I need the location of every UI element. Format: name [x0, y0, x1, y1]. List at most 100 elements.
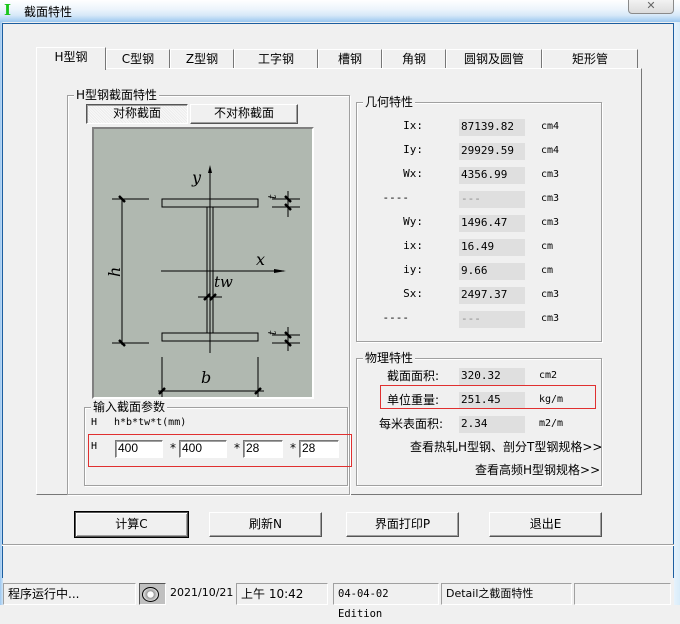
tab-z-steel[interactable]: Z型钢 [170, 49, 234, 69]
button-label: 计算C [115, 517, 148, 531]
tab-label: 槽钢 [337, 52, 362, 66]
geometry-value: 87139.82 [459, 119, 525, 136]
symmetric-section-button[interactable]: 对称截面 [86, 104, 188, 124]
tab-label: 圆钢及圆管 [463, 52, 524, 66]
geometry-label: ---- [382, 311, 410, 324]
tab-label: Z型钢 [185, 52, 219, 66]
tab-label: 工字钢 [257, 52, 294, 66]
geometry-row: Wx: 4356.99 cm3 [357, 167, 597, 185]
asymmetric-section-button[interactable]: 不对称截面 [190, 104, 298, 124]
tab-round[interactable]: 圆钢及圆管 [446, 49, 542, 69]
date-cell: 2021/10/21 [166, 583, 235, 605]
h-label: h [105, 267, 124, 277]
tw-label: tw [214, 273, 233, 291]
geometry-row: iy: 9.66 cm [357, 263, 597, 281]
close-button[interactable]: ✕ [628, 0, 674, 14]
tab-i-beam[interactable]: 工字钢 [234, 49, 318, 69]
b-label: b [201, 368, 211, 387]
surface-value: 2.34 [459, 416, 525, 433]
area-label: 截面面积: [387, 369, 440, 383]
geometry-value: 9.66 [459, 263, 525, 280]
close-icon: ✕ [646, 0, 656, 12]
geometry-row: ---- --- cm3 [357, 191, 597, 209]
tab-label: 矩形管 [571, 52, 608, 66]
bottom-separator [2, 544, 674, 546]
status-bar: 程序运行中... 2021/10/21 上午 10:42 04-04-02 Ed… [0, 583, 674, 620]
geometry-value: --- [459, 191, 525, 208]
button-label: 界面打印P [374, 517, 431, 531]
weight-highlight-box [380, 385, 596, 409]
t-top-label: t [266, 194, 279, 199]
group-title: H型钢截面特性 [74, 88, 160, 102]
geometry-label: Sx: [403, 287, 423, 300]
surface-unit: m2/m [539, 418, 564, 429]
geometry-unit: cm3 [541, 169, 560, 180]
app-icon: I [4, 1, 12, 19]
geometry-row: ---- --- cm3 [357, 311, 597, 329]
status-text: 程序运行中... [8, 587, 80, 601]
geometry-unit: cm3 [541, 193, 560, 204]
stopwatch-icon [142, 587, 159, 602]
tab-angle[interactable]: 角钢 [382, 49, 446, 69]
button-label: 不对称截面 [213, 106, 274, 120]
tab-rect-tube[interactable]: 矩形管 [542, 49, 638, 69]
geometry-value: --- [459, 311, 525, 328]
geometry-value: 16.49 [459, 239, 525, 256]
tab-label: 角钢 [401, 52, 426, 66]
geometry-label: ---- [382, 191, 410, 204]
geometry-label: ix: [403, 239, 423, 252]
refresh-button[interactable]: 刷新N [209, 512, 322, 537]
button-label: 刷新N [249, 517, 282, 531]
edition-text: 04-04-02 Edition [338, 588, 389, 620]
geometry-unit: cm [541, 241, 554, 252]
geometry-row: Iy: 29929.59 cm4 [357, 143, 597, 161]
geometry-label: Wy: [403, 215, 423, 228]
tab-h-steel[interactable]: H型钢 [36, 47, 106, 70]
geometry-row: Ix: 87139.82 cm4 [357, 119, 597, 137]
tab-channel[interactable]: 槽钢 [318, 49, 382, 69]
stopwatch-button[interactable] [139, 583, 166, 605]
hot-rolled-spec-link[interactable]: 查看热轧H型钢、剖分T型钢规格>> [410, 438, 602, 455]
geometry-label: Ix: [403, 119, 423, 132]
extra-cell [574, 583, 671, 605]
geometry-value: 29929.59 [459, 143, 525, 160]
time-text: 上午 10:42 [241, 587, 304, 601]
edition-cell: 04-04-02 Edition [333, 583, 439, 620]
geometry-unit: cm4 [541, 145, 560, 156]
value-text: 320.32 [461, 369, 501, 382]
geometry-label: Wx: [403, 167, 423, 180]
geometry-value: 2497.37 [459, 287, 525, 304]
button-label: 退出E [529, 517, 562, 531]
time-cell: 上午 10:42 [236, 583, 328, 605]
group-title: 几何特性 [363, 95, 416, 109]
h-section-diagram: y x tw b h t t [92, 127, 314, 399]
tab-label: H型钢 [54, 50, 88, 64]
high-freq-spec-link[interactable]: 查看高频H型钢规格>> [475, 461, 600, 478]
module-cell: Detail之截面特性 [441, 583, 572, 605]
geometry-unit: cm3 [541, 289, 560, 300]
input-highlight-box [88, 434, 352, 467]
calculate-button[interactable]: 计算C [75, 512, 188, 537]
print-button[interactable]: 界面打印P [346, 512, 459, 537]
group-title: 输入截面参数 [91, 400, 168, 414]
geometry-unit: cm [541, 265, 554, 276]
geometry-unit: cm3 [541, 217, 560, 228]
value-text: 2.34 [461, 417, 488, 430]
x-axis-arrow [274, 269, 286, 273]
geometry-unit: cm4 [541, 121, 560, 132]
exit-button[interactable]: 退出E [489, 512, 602, 537]
geometry-value: 4356.99 [459, 167, 525, 184]
geometry-label: iy: [403, 263, 423, 276]
tab-label: C型钢 [121, 52, 155, 66]
title-bar: I 截面特性 ✕ [0, 0, 680, 22]
area-value: 320.32 [459, 368, 525, 385]
t-bottom-label: t [266, 330, 279, 335]
tab-c-steel[interactable]: C型钢 [106, 49, 170, 69]
x-axis-label: x [256, 250, 265, 269]
y-axis-label: y [191, 168, 202, 187]
area-unit: cm2 [539, 370, 558, 381]
geometry-label: Iy: [403, 143, 423, 156]
module-text: Detail之截面特性 [446, 587, 534, 600]
window-title: 截面特性 [24, 5, 73, 19]
status-text-cell: 程序运行中... [3, 583, 136, 605]
